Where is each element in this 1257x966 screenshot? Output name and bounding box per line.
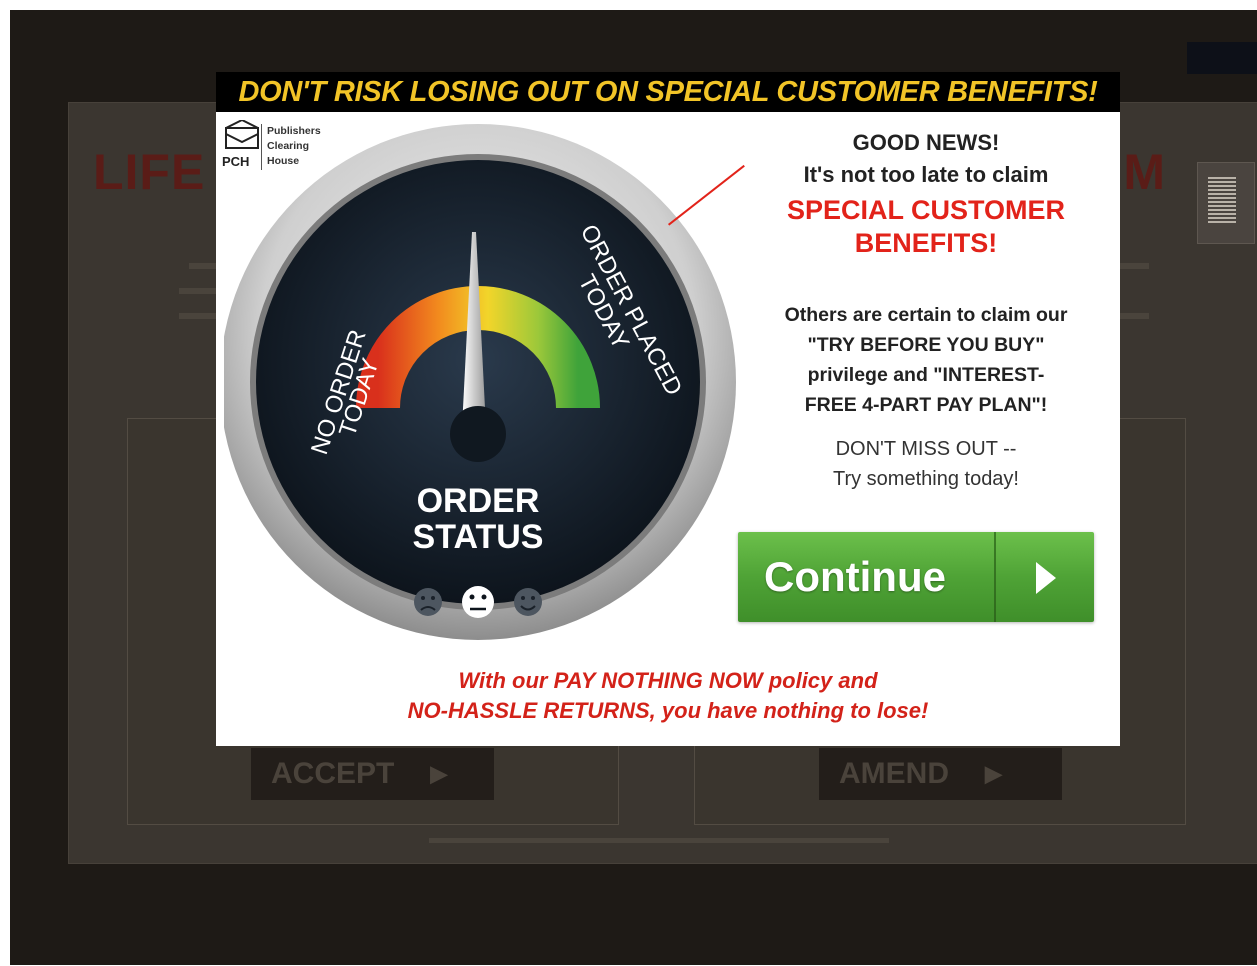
play-arrow-icon [1036, 562, 1056, 594]
accept-button[interactable]: ACCEPT ▶ [251, 748, 494, 800]
dont-miss-line1: DON'T MISS OUT -- [835, 438, 1017, 460]
order-status-gauge: NO ORDER TODAY ORDER PLACED TODAY ORDER … [224, 124, 736, 640]
pch-logo-line3: House [267, 155, 300, 167]
corner-strip [1187, 42, 1257, 74]
continue-button[interactable]: Continue [738, 532, 1094, 622]
background-title-end: M [1123, 144, 1165, 200]
sad-face-icon [414, 588, 442, 616]
pch-logo-divider [261, 124, 262, 170]
continue-button-label: Continue [764, 553, 946, 600]
accept-button-label: ACCEPT [271, 757, 395, 790]
tagline-line2: NO-HASSLE RETURNS, you have nothing to l… [407, 698, 929, 723]
tagline: With our PAY NOTHING NOW policy and NO-H… [216, 666, 1120, 726]
privilege-line2: "TRY BEFORE YOU BUY" [807, 334, 1045, 356]
pch-logo-name: Publishers Clearing House [267, 124, 321, 169]
privilege-line4: FREE 4-PART PAY PLAN"! [804, 394, 1048, 416]
barcode-icon [1197, 162, 1255, 244]
privilege-text: Others are certain to claim our "TRY BEF… [746, 300, 1106, 420]
privilege-line1: Others are certain to claim our [784, 304, 1068, 326]
gauge-center-label-2: STATUS [413, 518, 544, 556]
good-news-heading: GOOD NEWS! [852, 130, 1000, 155]
special-benefits-heading: SPECIAL CUSTOMER BENEFITS! [746, 194, 1106, 260]
tagline-line1: With our PAY NOTHING NOW policy and [458, 668, 878, 693]
promo-modal: DON'T RISK LOSING OUT ON SPECIAL CUSTOME… [216, 72, 1120, 746]
accept-arrow-icon: ▶ [430, 761, 448, 786]
modal-header: DON'T RISK LOSING OUT ON SPECIAL CUSTOME… [216, 72, 1120, 112]
screen-frame: LIFE M ACCEPT ▶ AMEND ▶ DON'T RISK LOSING … [10, 10, 1257, 965]
dont-miss-line2: Try something today! [832, 468, 1019, 490]
happy-face-icon [514, 588, 542, 616]
amend-arrow-icon: ▶ [985, 761, 1002, 786]
pch-logo-line1: Publishers [267, 125, 321, 137]
envelope-icon [225, 120, 259, 149]
not-too-late-text: It's not too late to claim [803, 162, 1049, 187]
neutral-face-icon [462, 586, 494, 618]
privilege-line3: privilege and "INTEREST- [807, 364, 1045, 386]
continue-button-divider [994, 532, 996, 622]
background-title: LIFE [93, 144, 206, 200]
pch-logo-line2: Clearing [267, 140, 310, 152]
background-footer-text [429, 838, 889, 843]
gauge-center-label: ORDER [417, 482, 540, 520]
special-benefits-line2: BENEFITS! [854, 228, 998, 258]
amend-button[interactable]: AMEND ▶ [819, 748, 1062, 800]
gauge-hub [450, 406, 506, 462]
pch-logo-abbr: PCH [222, 154, 250, 169]
benefits-copy: GOOD NEWS! It's not too late to claim SP… [746, 124, 1106, 494]
amend-button-label: AMEND [839, 757, 949, 790]
special-benefits-line1: SPECIAL CUSTOMER [786, 195, 1066, 225]
dont-miss-text: DON'T MISS OUT -- Try something today! [746, 434, 1106, 494]
pch-logo: PCH Publishers Clearing House [222, 120, 342, 174]
